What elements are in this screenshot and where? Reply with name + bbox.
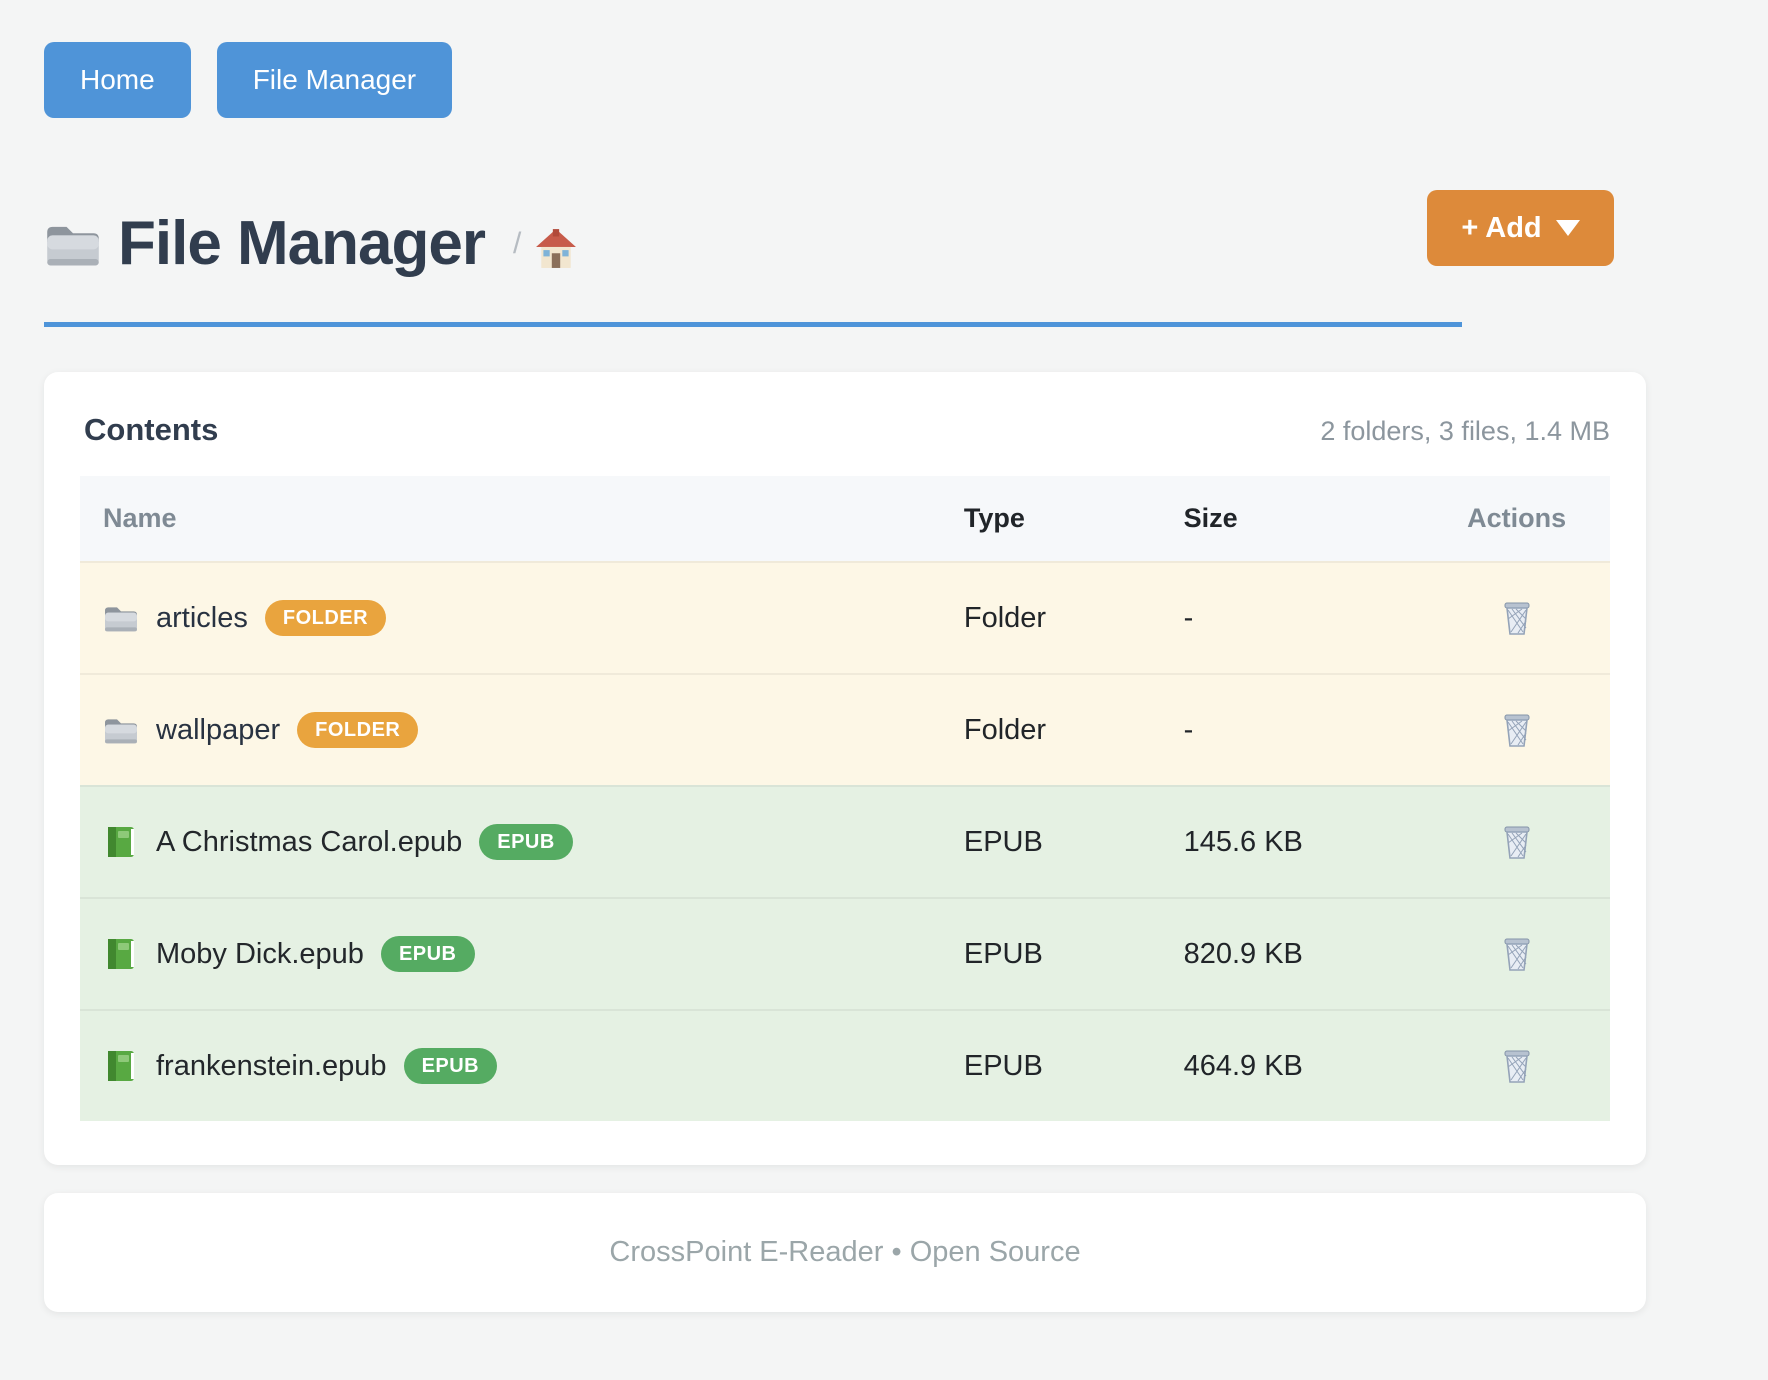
type-badge: FOLDER xyxy=(265,600,386,636)
column-header-type: Type xyxy=(964,503,1184,534)
size-cell: - xyxy=(1184,602,1424,635)
size-cell: 820.9 KB xyxy=(1184,938,1424,971)
nav-button-home[interactable]: Home xyxy=(44,42,191,118)
add-button-label: + Add xyxy=(1461,212,1541,245)
add-button[interactable]: + Add xyxy=(1427,190,1614,266)
size-cell: - xyxy=(1184,714,1424,747)
footer-card: CrossPoint E-Reader • Open Source xyxy=(44,1193,1646,1312)
page-title: File Manager xyxy=(118,208,485,279)
chevron-down-icon xyxy=(1556,220,1580,236)
contents-heading: Contents xyxy=(84,412,218,448)
file-name-link[interactable]: wallpaper xyxy=(156,714,280,747)
type-badge: EPUB xyxy=(381,936,475,972)
green-book-icon xyxy=(103,1050,139,1082)
trash-icon xyxy=(1501,824,1533,860)
footer-text: CrossPoint E-Reader • Open Source xyxy=(609,1236,1080,1269)
table-row: A Christmas Carol.epub EPUB EPUB 145.6 K… xyxy=(80,785,1610,897)
file-name-link[interactable]: frankenstein.epub xyxy=(156,1050,387,1083)
table-row: Moby Dick.epub EPUB EPUB 820.9 KB xyxy=(80,897,1610,1009)
nav-button-file-manager[interactable]: File Manager xyxy=(217,42,452,118)
type-cell: Folder xyxy=(964,602,1184,635)
green-book-icon xyxy=(103,938,139,970)
breadcrumb-separator: / xyxy=(513,227,521,261)
table-row: frankenstein.epub EPUB EPUB 464.9 KB xyxy=(80,1009,1610,1121)
type-cell: EPUB xyxy=(964,1050,1184,1083)
table-row: articles FOLDER Folder - xyxy=(80,561,1610,673)
file-manager-page: Home File Manager File Manager / + Add C… xyxy=(0,0,1768,1380)
trash-icon xyxy=(1501,712,1533,748)
trash-icon xyxy=(1501,936,1533,972)
header-divider xyxy=(44,322,1462,327)
column-header-actions: Actions xyxy=(1423,503,1610,534)
folder-icon xyxy=(103,714,139,746)
file-name-link[interactable]: Moby Dick.epub xyxy=(156,938,364,971)
size-cell: 145.6 KB xyxy=(1184,826,1424,859)
column-header-name: Name xyxy=(80,503,964,534)
delete-button[interactable] xyxy=(1497,820,1537,864)
type-badge: FOLDER xyxy=(297,712,418,748)
type-cell: Folder xyxy=(964,714,1184,747)
delete-button[interactable] xyxy=(1497,1044,1537,1088)
file-name-link[interactable]: A Christmas Carol.epub xyxy=(156,826,462,859)
table-header-row: Name Type Size Actions xyxy=(80,476,1610,561)
folder-icon xyxy=(44,219,102,269)
type-badge: EPUB xyxy=(404,1048,498,1084)
top-nav: Home File Manager xyxy=(44,42,452,118)
delete-button[interactable] xyxy=(1497,596,1537,640)
files-table: Name Type Size Actions articles FOLDER F… xyxy=(80,476,1610,1121)
type-badge: EPUB xyxy=(479,824,573,860)
column-header-size: Size xyxy=(1184,503,1424,534)
type-cell: EPUB xyxy=(964,938,1184,971)
contents-summary: 2 folders, 3 files, 1.4 MB xyxy=(1320,416,1610,447)
trash-icon xyxy=(1501,600,1533,636)
page-header: File Manager / xyxy=(44,208,577,279)
home-icon[interactable] xyxy=(535,228,577,268)
size-cell: 464.9 KB xyxy=(1184,1050,1424,1083)
table-row: wallpaper FOLDER Folder - xyxy=(80,673,1610,785)
trash-icon xyxy=(1501,1048,1533,1084)
delete-button[interactable] xyxy=(1497,932,1537,976)
type-cell: EPUB xyxy=(964,826,1184,859)
delete-button[interactable] xyxy=(1497,708,1537,752)
folder-icon xyxy=(103,602,139,634)
contents-card: Contents 2 folders, 3 files, 1.4 MB Name… xyxy=(44,372,1646,1165)
green-book-icon xyxy=(103,826,139,858)
file-name-link[interactable]: articles xyxy=(156,602,248,635)
